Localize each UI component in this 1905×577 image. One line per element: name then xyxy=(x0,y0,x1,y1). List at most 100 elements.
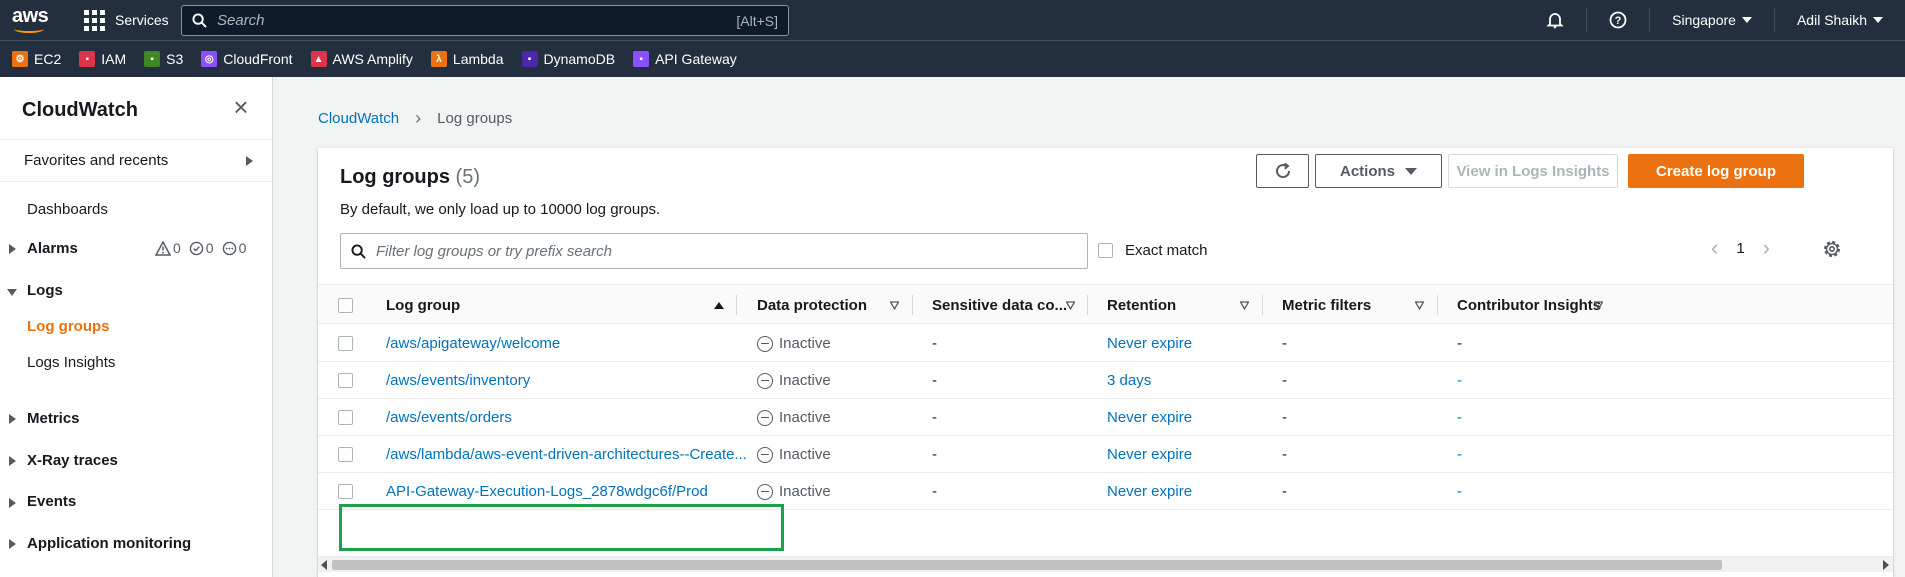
retention-link[interactable]: Never expire xyxy=(1107,399,1192,436)
exact-match-checkbox[interactable] xyxy=(1098,243,1113,258)
help-icon: ? xyxy=(1609,11,1627,29)
favorite-label: S3 xyxy=(166,51,184,67)
retention-link[interactable]: Never expire xyxy=(1107,325,1192,362)
xray-expand-icon[interactable] xyxy=(9,456,16,466)
scroll-right-icon[interactable] xyxy=(1883,560,1889,570)
alarms-expand-icon[interactable] xyxy=(9,244,16,254)
sort-icon[interactable] xyxy=(1240,301,1249,310)
favorite-cloudfront[interactable]: ◎ CloudFront xyxy=(201,51,293,67)
actions-dropdown[interactable]: Actions xyxy=(1315,154,1442,188)
notifications-button[interactable] xyxy=(1524,8,1586,32)
status-text: Inactive xyxy=(779,335,831,352)
account-menu[interactable]: Adil Shaikh xyxy=(1773,8,1905,32)
sort-ascending-icon[interactable] xyxy=(714,302,724,309)
metric-filters-value: - xyxy=(1282,335,1287,352)
favorite-api-gateway[interactable]: ▪ API Gateway xyxy=(633,51,737,67)
events-expand-icon[interactable] xyxy=(9,498,16,508)
sort-icon[interactable] xyxy=(1594,301,1603,310)
log-group-link[interactable]: /aws/apigateway/welcome xyxy=(386,325,560,362)
close-sidebar-icon[interactable]: × xyxy=(230,94,252,120)
ok-count[interactable]: 0 xyxy=(189,240,214,256)
refresh-button[interactable] xyxy=(1256,154,1309,188)
table-row: /aws/events/orders Inactive - Never expi… xyxy=(318,399,1893,436)
row-checkbox[interactable] xyxy=(338,373,353,388)
previous-page-icon[interactable]: ‹ xyxy=(1711,237,1718,259)
global-search-input[interactable]: Search [Alt+S] xyxy=(181,5,789,36)
retention-link[interactable]: Never expire xyxy=(1107,473,1192,510)
sidebar-item-xray-traces[interactable]: X-Ray traces xyxy=(27,452,118,469)
favorite-iam[interactable]: ▪ IAM xyxy=(79,51,126,67)
insufficient-count[interactable]: 0 xyxy=(222,240,246,256)
sidebar-item-logs-insights[interactable]: Logs Insights xyxy=(27,354,115,371)
column-metric-filters[interactable]: Metric filters xyxy=(1282,285,1371,325)
retention-link[interactable]: Never expire xyxy=(1107,436,1192,473)
contributor-insights-link[interactable]: - xyxy=(1457,362,1462,399)
favorite-label: DynamoDB xyxy=(543,51,616,67)
favorite-amplify[interactable]: ▲ AWS Amplify xyxy=(310,51,413,67)
column-data-protection[interactable]: Data protection xyxy=(757,285,867,325)
breadcrumb-cloudwatch[interactable]: CloudWatch xyxy=(318,110,399,127)
sort-icon[interactable] xyxy=(1066,301,1075,310)
divider xyxy=(0,181,273,182)
log-group-link[interactable]: /aws/events/inventory xyxy=(386,362,530,399)
services-menu-button[interactable]: Services xyxy=(84,0,169,40)
app-monitoring-expand-icon[interactable] xyxy=(9,539,16,549)
view-in-logs-insights-button[interactable]: View in Logs Insights xyxy=(1448,154,1618,188)
log-group-link[interactable]: API-Gateway-Execution-Logs_2878wdgc6f/Pr… xyxy=(386,473,708,510)
row-checkbox[interactable] xyxy=(338,447,353,462)
contributor-insights-link[interactable]: - xyxy=(1457,473,1462,510)
metric-filters-value: - xyxy=(1282,483,1287,500)
sidebar-item-favorites[interactable]: Favorites and recents xyxy=(24,152,168,169)
amplify-icon: ▲ xyxy=(310,51,327,67)
settings-gear-icon[interactable] xyxy=(1821,238,1843,260)
column-retention[interactable]: Retention xyxy=(1107,285,1176,325)
row-checkbox[interactable] xyxy=(338,410,353,425)
row-checkbox[interactable] xyxy=(338,336,353,351)
retention-link[interactable]: 3 days xyxy=(1107,362,1151,399)
aws-logo[interactable]: aws xyxy=(12,5,50,34)
region-selector[interactable]: Singapore xyxy=(1649,8,1774,32)
current-page[interactable]: 1 xyxy=(1736,240,1744,257)
logs-collapse-icon[interactable] xyxy=(7,289,17,296)
sidebar-item-log-groups[interactable]: Log groups xyxy=(27,318,110,335)
metric-filters-value: - xyxy=(1282,372,1287,389)
favorite-dynamodb[interactable]: ▪ DynamoDB xyxy=(521,51,616,67)
view-insights-label: View in Logs Insights xyxy=(1456,162,1610,180)
sidebar-item-alarms[interactable]: Alarms xyxy=(27,240,78,257)
inactive-icon xyxy=(757,335,773,352)
sidebar-item-metrics[interactable]: Metrics xyxy=(27,410,80,427)
alarm-count[interactable]: 0 xyxy=(155,240,181,256)
favorites-expand-icon[interactable] xyxy=(246,156,253,166)
create-log-group-button[interactable]: Create log group xyxy=(1628,154,1804,188)
favorites-bar: ⚙ EC2 ▪ IAM ▪ S3 ◎ CloudFront ▲ AWS Amplify λ… xyxy=(0,40,1905,77)
scrollbar-thumb[interactable] xyxy=(332,560,1722,570)
sensitive-data-value: - xyxy=(932,446,937,463)
filter-log-groups-input[interactable]: Filter log groups or try prefix search xyxy=(340,233,1088,269)
favorite-lambda[interactable]: λ Lambda xyxy=(430,51,504,67)
sidebar-item-application-monitoring[interactable]: Application monitoring xyxy=(27,535,191,552)
column-log-group[interactable]: Log group xyxy=(386,285,460,325)
column-sensitive-data[interactable]: Sensitive data co... xyxy=(932,285,1067,325)
log-group-link[interactable]: /aws/events/orders xyxy=(386,399,512,436)
select-all-checkbox[interactable] xyxy=(338,297,353,313)
sidebar-item-events[interactable]: Events xyxy=(27,493,76,510)
sort-icon[interactable] xyxy=(1415,301,1424,310)
contributor-insights-link[interactable]: - xyxy=(1457,399,1462,436)
sidebar-item-logs[interactable]: Logs xyxy=(27,282,63,299)
help-button[interactable]: ? xyxy=(1586,8,1649,32)
metrics-expand-icon[interactable] xyxy=(9,414,16,424)
next-page-icon[interactable]: › xyxy=(1763,237,1770,259)
column-contributor-insights[interactable]: Contributor Insights xyxy=(1457,285,1601,325)
breadcrumb-current: Log groups xyxy=(437,110,513,127)
svg-text:?: ? xyxy=(1615,15,1622,27)
scroll-left-icon[interactable] xyxy=(321,560,327,570)
row-checkbox[interactable] xyxy=(338,484,353,499)
log-group-link[interactable]: /aws/lambda/aws-event-driven-architectur… xyxy=(386,436,747,473)
status-text: Inactive xyxy=(779,483,831,500)
contributor-insights-link[interactable]: - xyxy=(1457,436,1462,473)
favorite-s3[interactable]: ▪ S3 xyxy=(144,51,183,67)
favorite-ec2[interactable]: ⚙ EC2 xyxy=(12,51,61,67)
sort-icon[interactable] xyxy=(890,301,899,310)
sidebar-item-dashboards[interactable]: Dashboards xyxy=(27,201,108,218)
horizontal-scrollbar[interactable] xyxy=(318,556,1893,572)
